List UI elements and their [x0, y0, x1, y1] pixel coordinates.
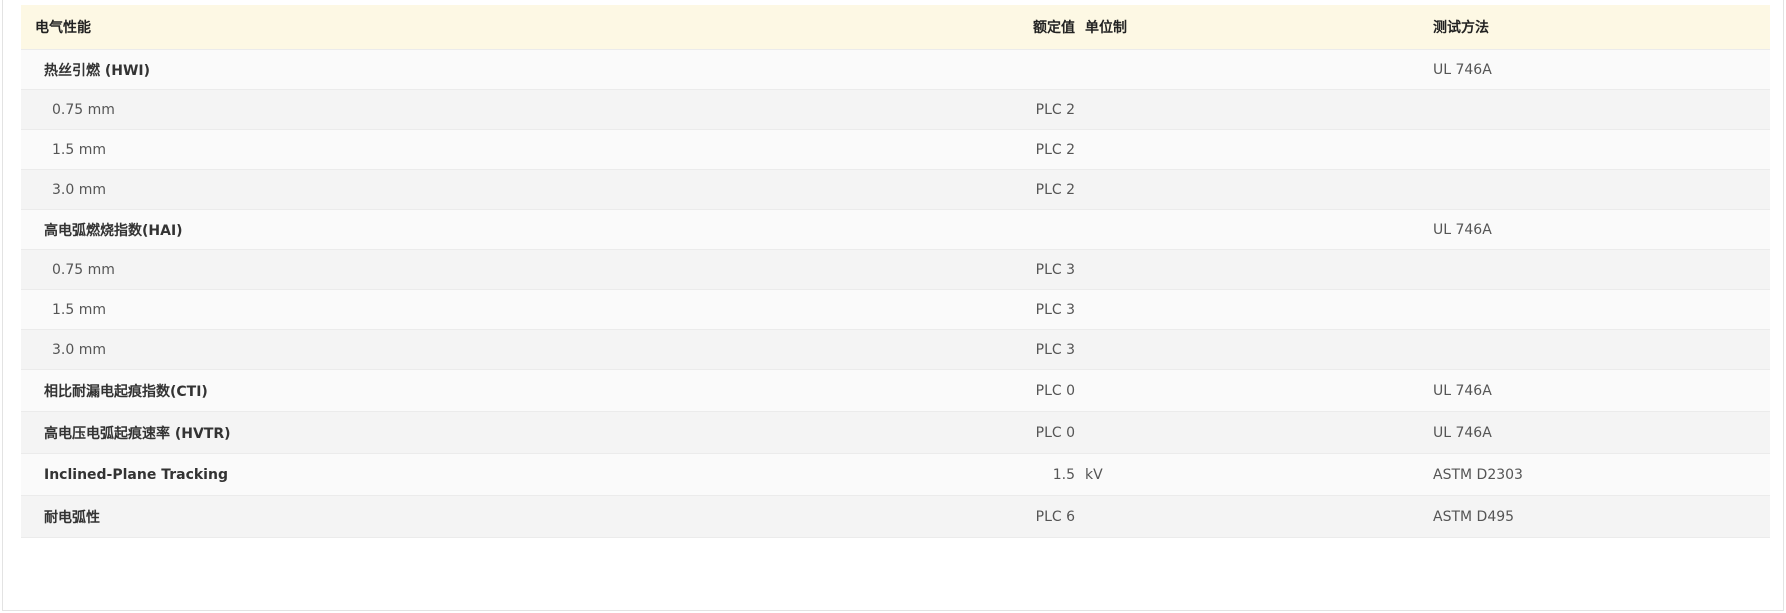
rated-value-cell: PLC 2	[1035, 141, 1075, 158]
property-cell: 1.5 mm	[52, 141, 106, 158]
table-row: 耐电弧性 PLC 6 ASTM D495	[21, 496, 1770, 538]
table-row: 高电压电弧起痕速率 (HVTR) PLC 0 UL 746A	[21, 412, 1770, 454]
table-row: 0.75 mm PLC 2	[21, 90, 1770, 130]
test-method-cell: UL 746A	[1433, 61, 1492, 78]
rated-value-cell: PLC 0	[1035, 382, 1075, 399]
rated-value-cell: PLC 3	[1035, 341, 1075, 358]
rated-value-cell: PLC 3	[1035, 261, 1075, 278]
rated-value-cell: PLC 6	[1035, 508, 1075, 525]
table-row: 1.5 mm PLC 3	[21, 290, 1770, 330]
electrical-properties-table: 电气性能 额定值 单位制 测试方法 热丝引燃 (HWI) UL 746A 0.75 …	[21, 5, 1770, 538]
table-row: 高电弧燃烧指数(HAI) UL 746A	[21, 210, 1770, 250]
rated-value-cell: 1.5	[1052, 466, 1075, 483]
test-method-cell: ASTM D2303	[1433, 466, 1523, 483]
rated-value-cell: PLC 0	[1035, 424, 1075, 441]
rated-value-cell: PLC 3	[1035, 301, 1075, 318]
table-row: Inclined-Plane Tracking 1.5 kV ASTM D2303	[21, 454, 1770, 496]
property-cell: 3.0 mm	[52, 181, 106, 198]
property-cell: 1.5 mm	[52, 301, 106, 318]
rated-value-cell: PLC 2	[1035, 181, 1075, 198]
property-cell: 高电压电弧起痕速率 (HVTR)	[44, 425, 231, 442]
test-method-cell: UL 746A	[1433, 221, 1492, 238]
property-cell: Inclined-Plane Tracking	[44, 466, 228, 483]
header-unit: 单位制	[1085, 20, 1127, 36]
header-property: 电气性能	[35, 20, 91, 36]
test-method-cell: UL 746A	[1433, 382, 1492, 399]
property-cell: 高电弧燃烧指数(HAI)	[44, 222, 183, 239]
table-header-row: 电气性能 额定值 单位制 测试方法	[21, 5, 1770, 50]
table-row: 相比耐漏电起痕指数(CTI) PLC 0 UL 746A	[21, 370, 1770, 412]
table-row: 0.75 mm PLC 3	[21, 250, 1770, 290]
header-test-method: 测试方法	[1433, 20, 1489, 36]
rated-value-cell: PLC 2	[1035, 101, 1075, 118]
property-cell: 0.75 mm	[52, 101, 115, 118]
header-rated-value: 额定值	[1033, 20, 1075, 36]
property-cell: 0.75 mm	[52, 261, 115, 278]
table-row: 3.0 mm PLC 2	[21, 170, 1770, 210]
rated-value-cell	[821, 210, 1075, 249]
property-cell: 3.0 mm	[52, 341, 106, 358]
test-method-cell: UL 746A	[1433, 424, 1492, 441]
test-method-cell: ASTM D495	[1433, 508, 1515, 525]
property-cell: 相比耐漏电起痕指数(CTI)	[44, 383, 208, 400]
property-cell: 耐电弧性	[44, 509, 100, 526]
table-row: 热丝引燃 (HWI) UL 746A	[21, 50, 1770, 90]
table-row: 3.0 mm PLC 3	[21, 330, 1770, 370]
property-cell: 热丝引燃 (HWI)	[44, 62, 151, 79]
rated-value-cell	[821, 50, 1075, 89]
unit-cell: kV	[1085, 466, 1103, 483]
table-container: 电气性能 额定值 单位制 测试方法 热丝引燃 (HWI) UL 746A 0.75 …	[2, 0, 1784, 611]
table-row: 1.5 mm PLC 2	[21, 130, 1770, 170]
